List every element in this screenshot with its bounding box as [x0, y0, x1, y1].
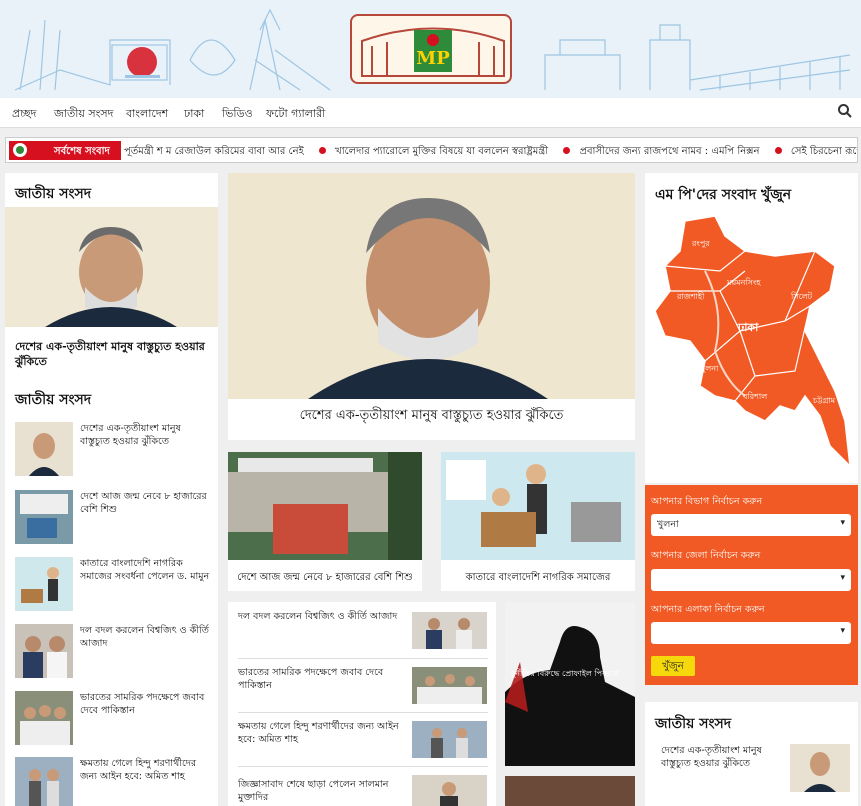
thumbnail[interactable] — [412, 775, 487, 806]
division-select-value: খুলনা — [657, 519, 679, 530]
news-list: দল বদল করলেন বিশ্বজিৎ ও কীর্তি আজাদ ভারত… — [228, 602, 496, 806]
news-card-photo[interactable] — [441, 452, 635, 560]
ticker-scroll: পূর্তমন্ত্রী শ ম রেজাউল করিমের বাবা আর ন… — [124, 144, 857, 161]
news-list-item[interactable]: জিজ্ঞাসাবাদ শেষে ছাড়া পেলেন সালমান মুক্… — [238, 778, 408, 804]
map-label-rajshahi[interactable]: রাজশাহী — [677, 291, 704, 304]
nav-item-bangladesh[interactable]: বাংলাদেশ — [126, 105, 168, 124]
news-card-caption[interactable]: কাতারে বাংলাদেশি নাগরিক সমাজের — [441, 570, 635, 587]
nav-item-video[interactable]: ভিডিও — [222, 105, 253, 124]
section-title: জাতীয় সংসদ — [15, 186, 92, 202]
news-card[interactable]: কাতারে বাংলাদেশি নাগরিক সমাজের — [441, 452, 635, 591]
nav-item-dhaka[interactable]: ঢাকা — [184, 105, 204, 124]
logo-text: MP — [416, 48, 450, 69]
breaking-news-label: সর্বশেষ সংবাদ — [54, 146, 110, 157]
district-label: আপনার জেলা নির্বাচন করুন — [651, 550, 761, 561]
nav-item-photo-gallery[interactable]: ফটো গ্যালারী — [266, 105, 325, 124]
division-select[interactable]: খুলনা ▾ — [651, 514, 851, 536]
thumbnail[interactable] — [15, 624, 73, 678]
live-indicator-icon — [13, 143, 27, 157]
parliament-widget: জাতীয় সংসদ দেশের এক-তৃতীয়াংশ মানুষ বাস… — [645, 702, 858, 806]
campaign-poster[interactable]: দুর্নীতির বিরুদ্ধে প্রোফাইল পিকচার — [505, 602, 635, 766]
list-item[interactable]: কাতারে বাংলাদেশি নাগরিক সমাজের সংবর্ধনা … — [80, 557, 210, 583]
map-label-rangpur[interactable]: রংপুর — [692, 238, 710, 251]
bangladesh-map[interactable] — [645, 211, 858, 481]
news-list-item[interactable]: দল বদল করলেন বিশ্বজিৎ ও কীর্তি আজাদ — [238, 610, 408, 623]
mp-news-finder-map: এম পি'দের সংবাদ খুঁজুন রংপুর রাজশাহী ময়… — [645, 173, 858, 483]
news-list-item[interactable]: ভারতের সামরিক পদক্ষেপে জবাব দেবে পাকিস্ত… — [238, 666, 408, 692]
lead-story-photo[interactable] — [228, 173, 635, 399]
breaking-news-badge: সর্বশেষ সংবাদ — [9, 141, 121, 160]
lead-story-caption[interactable]: দেশের এক-তৃতীয়াংশ মানুষ বাস্তুচ্যুত হওয… — [228, 406, 635, 427]
nav-item-parliament[interactable]: জাতীয় সংসদ — [54, 105, 113, 124]
bullet-icon — [318, 147, 326, 154]
site-logo[interactable]: MP — [350, 14, 512, 84]
thumbnail[interactable] — [15, 422, 73, 476]
thumbnail[interactable] — [412, 612, 487, 649]
lead-caption[interactable]: দেশের এক-তৃতীয়াংশ মানুষ বাস্তুচ্যুত হওয… — [15, 339, 210, 369]
header-banner: MP — [0, 0, 861, 98]
lead-photo[interactable] — [5, 207, 218, 327]
list-item[interactable]: দেশের এক-তৃতীয়াংশ মানুষ বাস্তুচ্যুত হওয… — [661, 744, 781, 770]
map-label-dhaka[interactable]: ঢাকা — [738, 319, 758, 338]
news-card-photo[interactable] — [228, 452, 422, 560]
list-item[interactable]: ভারতের সামরিক পদক্ষেপে জবাব দেবে পাকিস্ত… — [80, 691, 210, 717]
news-card-caption[interactable]: দেশে আজ জন্ম নেবে ৮ হাজারের বেশি শিশু — [228, 570, 422, 587]
news-card-photo[interactable] — [505, 776, 635, 806]
map-label-mymensingh[interactable]: ময়মনসিংহ — [727, 277, 761, 290]
bullet-icon — [774, 147, 782, 154]
news-list-item[interactable]: ক্ষমতায় গেলে হিন্দু শরণার্থীদের জন্য আই… — [238, 720, 408, 746]
area-label: আপনার এলাকা নির্বাচন করুন — [651, 604, 765, 615]
ticker-item[interactable]: সেই চিরচেনা রূপে ওবায়দুল কাদের — [791, 146, 857, 157]
thumbnail[interactable] — [412, 721, 487, 758]
area-select[interactable]: ▾ — [651, 622, 851, 644]
find-button[interactable]: খুঁজুন — [651, 656, 695, 676]
map-title: এম পি'দের সংবাদ খুঁজুন — [655, 187, 792, 203]
chevron-down-icon: ▾ — [840, 573, 845, 583]
section-title: জাতীয় সংসদ — [655, 716, 732, 732]
breaking-news-ticker: সর্বশেষ সংবাদ পূর্তমন্ত্রী শ ম রেজাউল কর… — [5, 137, 858, 163]
division-label: আপনার বিভাগ নির্বাচন করুন — [651, 496, 763, 507]
list-title: জাতীয় সংসদ — [15, 392, 92, 408]
map-label-sylhet[interactable]: সিলেট — [791, 291, 812, 304]
ticker-item[interactable]: প্রবাসীদের জন্য রাজপথে নামব : এমপি নিক্স… — [579, 146, 759, 157]
list-item[interactable]: দেশের এক-তৃতীয়াংশ মানুষ বাস্তুচ্যুত হওয… — [80, 422, 210, 448]
thumbnail[interactable] — [15, 557, 73, 611]
thumbnail[interactable] — [15, 490, 73, 544]
ticker-item[interactable]: খালেদার প্যারোলে মুক্তির বিষয়ে যা বললেন… — [335, 146, 548, 157]
search-icon[interactable] — [837, 103, 853, 123]
bullet-icon — [563, 147, 571, 154]
chevron-down-icon: ▾ — [840, 518, 845, 528]
thumbnail[interactable] — [790, 744, 850, 792]
thumbnail[interactable] — [15, 691, 73, 745]
poster-text: দুর্নীতির বিরুদ্ধে প্রোফাইল পিকচার — [511, 669, 619, 678]
chevron-down-icon: ▾ — [840, 626, 845, 636]
map-label-barishal[interactable]: বরিশাল — [743, 391, 767, 404]
mp-search-form: আপনার বিভাগ নির্বাচন করুন খুলনা ▾ আপনার জ… — [645, 485, 858, 685]
lead-story[interactable]: দেশের এক-তৃতীয়াংশ মানুষ বাস্তুচ্যুত হওয… — [228, 173, 635, 440]
map-label-chattogram[interactable]: চট্টগ্রাম — [813, 395, 835, 408]
list-item[interactable]: দল বদল করলেন বিশ্বজিৎ ও কীর্তি আজাদ — [80, 624, 210, 650]
district-select[interactable]: ▾ — [651, 569, 851, 591]
thumbnail[interactable] — [412, 667, 487, 704]
left-column: জাতীয় সংসদ দেশের এক-তৃতীয়াংশ মানুষ বাস… — [5, 173, 218, 806]
news-card[interactable]: দেশে আজ জন্ম নেবে ৮ হাজারের বেশি শিশু — [228, 452, 422, 591]
list-item[interactable]: দেশে আজ জন্ম নেবে ৮ হাজারের বেশি শিশু — [80, 490, 210, 516]
ticker-item[interactable]: পূর্তমন্ত্রী শ ম রেজাউল করিমের বাবা আর ন… — [124, 146, 304, 157]
thumbnail[interactable] — [15, 757, 73, 806]
main-nav: প্রচ্ছদ জাতীয় সংসদ বাংলাদেশ ঢাকা ভিডিও … — [0, 98, 861, 128]
map-label-khulna[interactable]: খুলনা — [700, 363, 718, 376]
list-item[interactable]: ক্ষমতায় গেলে হিন্দু শরণার্থীদের জন্য আই… — [80, 757, 210, 783]
nav-item-home[interactable]: প্রচ্ছদ — [12, 105, 36, 124]
poster-silhouette — [505, 626, 635, 766]
